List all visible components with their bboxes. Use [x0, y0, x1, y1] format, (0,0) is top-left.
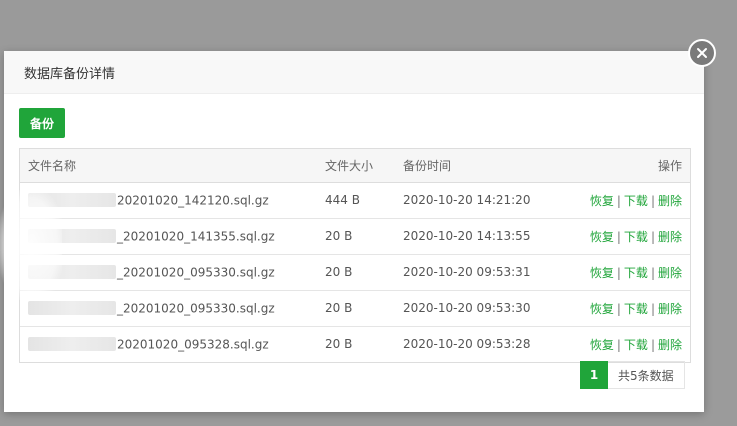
close-dialog-button[interactable] — [688, 39, 716, 67]
delete-link[interactable]: 删除 — [658, 230, 682, 244]
file-name-cell: 20201020_142120.sql.gz — [20, 182, 324, 219]
restore-link[interactable]: 恢复 — [590, 194, 614, 208]
redacted-prefix — [28, 229, 116, 244]
file-size: 444 B — [324, 182, 402, 219]
pagination: 1 共5条数据 — [580, 361, 685, 389]
backup-time: 2020-10-20 14:21:20 — [402, 182, 564, 219]
actions-cell: 恢复 | 下载 | 删除 — [564, 182, 690, 219]
download-link[interactable]: 下载 — [624, 302, 648, 316]
download-link[interactable]: 下载 — [624, 194, 648, 208]
download-link[interactable]: 下载 — [624, 266, 648, 280]
actions-cell: 恢复 | 下载 | 删除 — [564, 290, 690, 327]
file-name: 20201020_095328.sql.gz — [117, 337, 269, 352]
separator: | — [616, 301, 621, 316]
backup-details-dialog: 数据库备份详情 备份 文件名称 文件大小 备份时间 操作 20201020_14… — [4, 51, 704, 412]
redacted-prefix — [28, 337, 116, 352]
file-name-cell: 20201020_095328.sql.gz — [20, 326, 324, 362]
file-size: 20 B — [324, 290, 402, 327]
table-row: _20201020_095330.sql.gz 20 B 2020-10-20 … — [20, 290, 690, 327]
close-icon — [697, 48, 707, 58]
separator: | — [650, 193, 655, 208]
restore-link[interactable]: 恢复 — [590, 302, 614, 316]
actions-cell: 恢复 | 下载 | 删除 — [564, 254, 690, 291]
total-count: 共5条数据 — [608, 361, 685, 389]
redacted-prefix — [28, 193, 116, 208]
backup-time: 2020-10-20 09:53:28 — [403, 337, 531, 351]
download-link[interactable]: 下载 — [624, 338, 648, 352]
backup-time: 2020-10-20 09:53:31 — [402, 254, 564, 291]
file-name: _20201020_095330.sql.gz — [117, 301, 275, 316]
table-row: _20201020_095330.sql.gz 20 B 2020-10-20 … — [20, 254, 690, 291]
actions-cell: 恢复 | 下载 | 删除 — [564, 326, 690, 362]
delete-link[interactable]: 删除 — [658, 266, 682, 280]
table-row: _20201020_141355.sql.gz 20 B 2020-10-20 … — [20, 218, 690, 255]
col-actions: 操作 — [564, 149, 690, 183]
dialog-title: 数据库备份详情 — [24, 66, 116, 82]
restore-link[interactable]: 恢复 — [590, 230, 614, 244]
backup-time: 2020-10-20 09:53:30 — [402, 290, 564, 327]
file-name: _20201020_141355.sql.gz — [117, 229, 275, 244]
file-name-cell: _20201020_141355.sql.gz — [20, 218, 324, 255]
separator: | — [650, 265, 655, 280]
backup-time: 2020-10-20 14:13:55 — [402, 218, 564, 255]
backup-table: 文件名称 文件大小 备份时间 操作 20201020_142120.sql.gz… — [19, 148, 691, 363]
delete-link[interactable]: 删除 — [658, 194, 682, 208]
separator: | — [616, 229, 621, 244]
file-size: 20 B — [324, 254, 402, 291]
restore-link[interactable]: 恢复 — [590, 338, 614, 352]
file-name: _20201020_095330.sql.gz — [117, 265, 275, 280]
col-file-name: 文件名称 — [20, 149, 324, 183]
file-name-cell: _20201020_095330.sql.gz — [20, 290, 324, 327]
table-row: 20201020_095328.sql.gz 20 B 2020-10-20 0… — [20, 326, 690, 362]
separator: | — [650, 301, 655, 316]
delete-link[interactable]: 删除 — [658, 302, 682, 316]
separator: | — [616, 337, 621, 352]
table-row: 20201020_142120.sql.gz 444 B 2020-10-20 … — [20, 182, 690, 219]
file-name-cell: _20201020_095330.sql.gz — [20, 254, 324, 291]
backdrop — [0, 0, 737, 50]
separator: | — [616, 265, 621, 280]
separator: | — [650, 337, 655, 352]
separator: | — [616, 193, 621, 208]
col-backup-time: 备份时间 — [402, 149, 564, 183]
file-name: 20201020_142120.sql.gz — [117, 193, 269, 208]
page-1-button[interactable]: 1 — [580, 361, 608, 389]
separator: | — [650, 229, 655, 244]
table-header-row: 文件名称 文件大小 备份时间 操作 — [20, 149, 690, 183]
file-size: 20 B — [324, 218, 402, 255]
file-size: 20 B — [325, 337, 353, 351]
redacted-prefix — [28, 301, 116, 316]
download-link[interactable]: 下载 — [624, 230, 648, 244]
actions-cell: 恢复 | 下载 | 删除 — [564, 218, 690, 255]
redacted-prefix — [28, 265, 116, 280]
col-file-size: 文件大小 — [324, 149, 402, 183]
delete-link[interactable]: 删除 — [658, 338, 682, 352]
restore-link[interactable]: 恢复 — [590, 266, 614, 280]
backup-button[interactable]: 备份 — [19, 108, 65, 138]
dialog-header: 数据库备份详情 — [4, 51, 704, 94]
